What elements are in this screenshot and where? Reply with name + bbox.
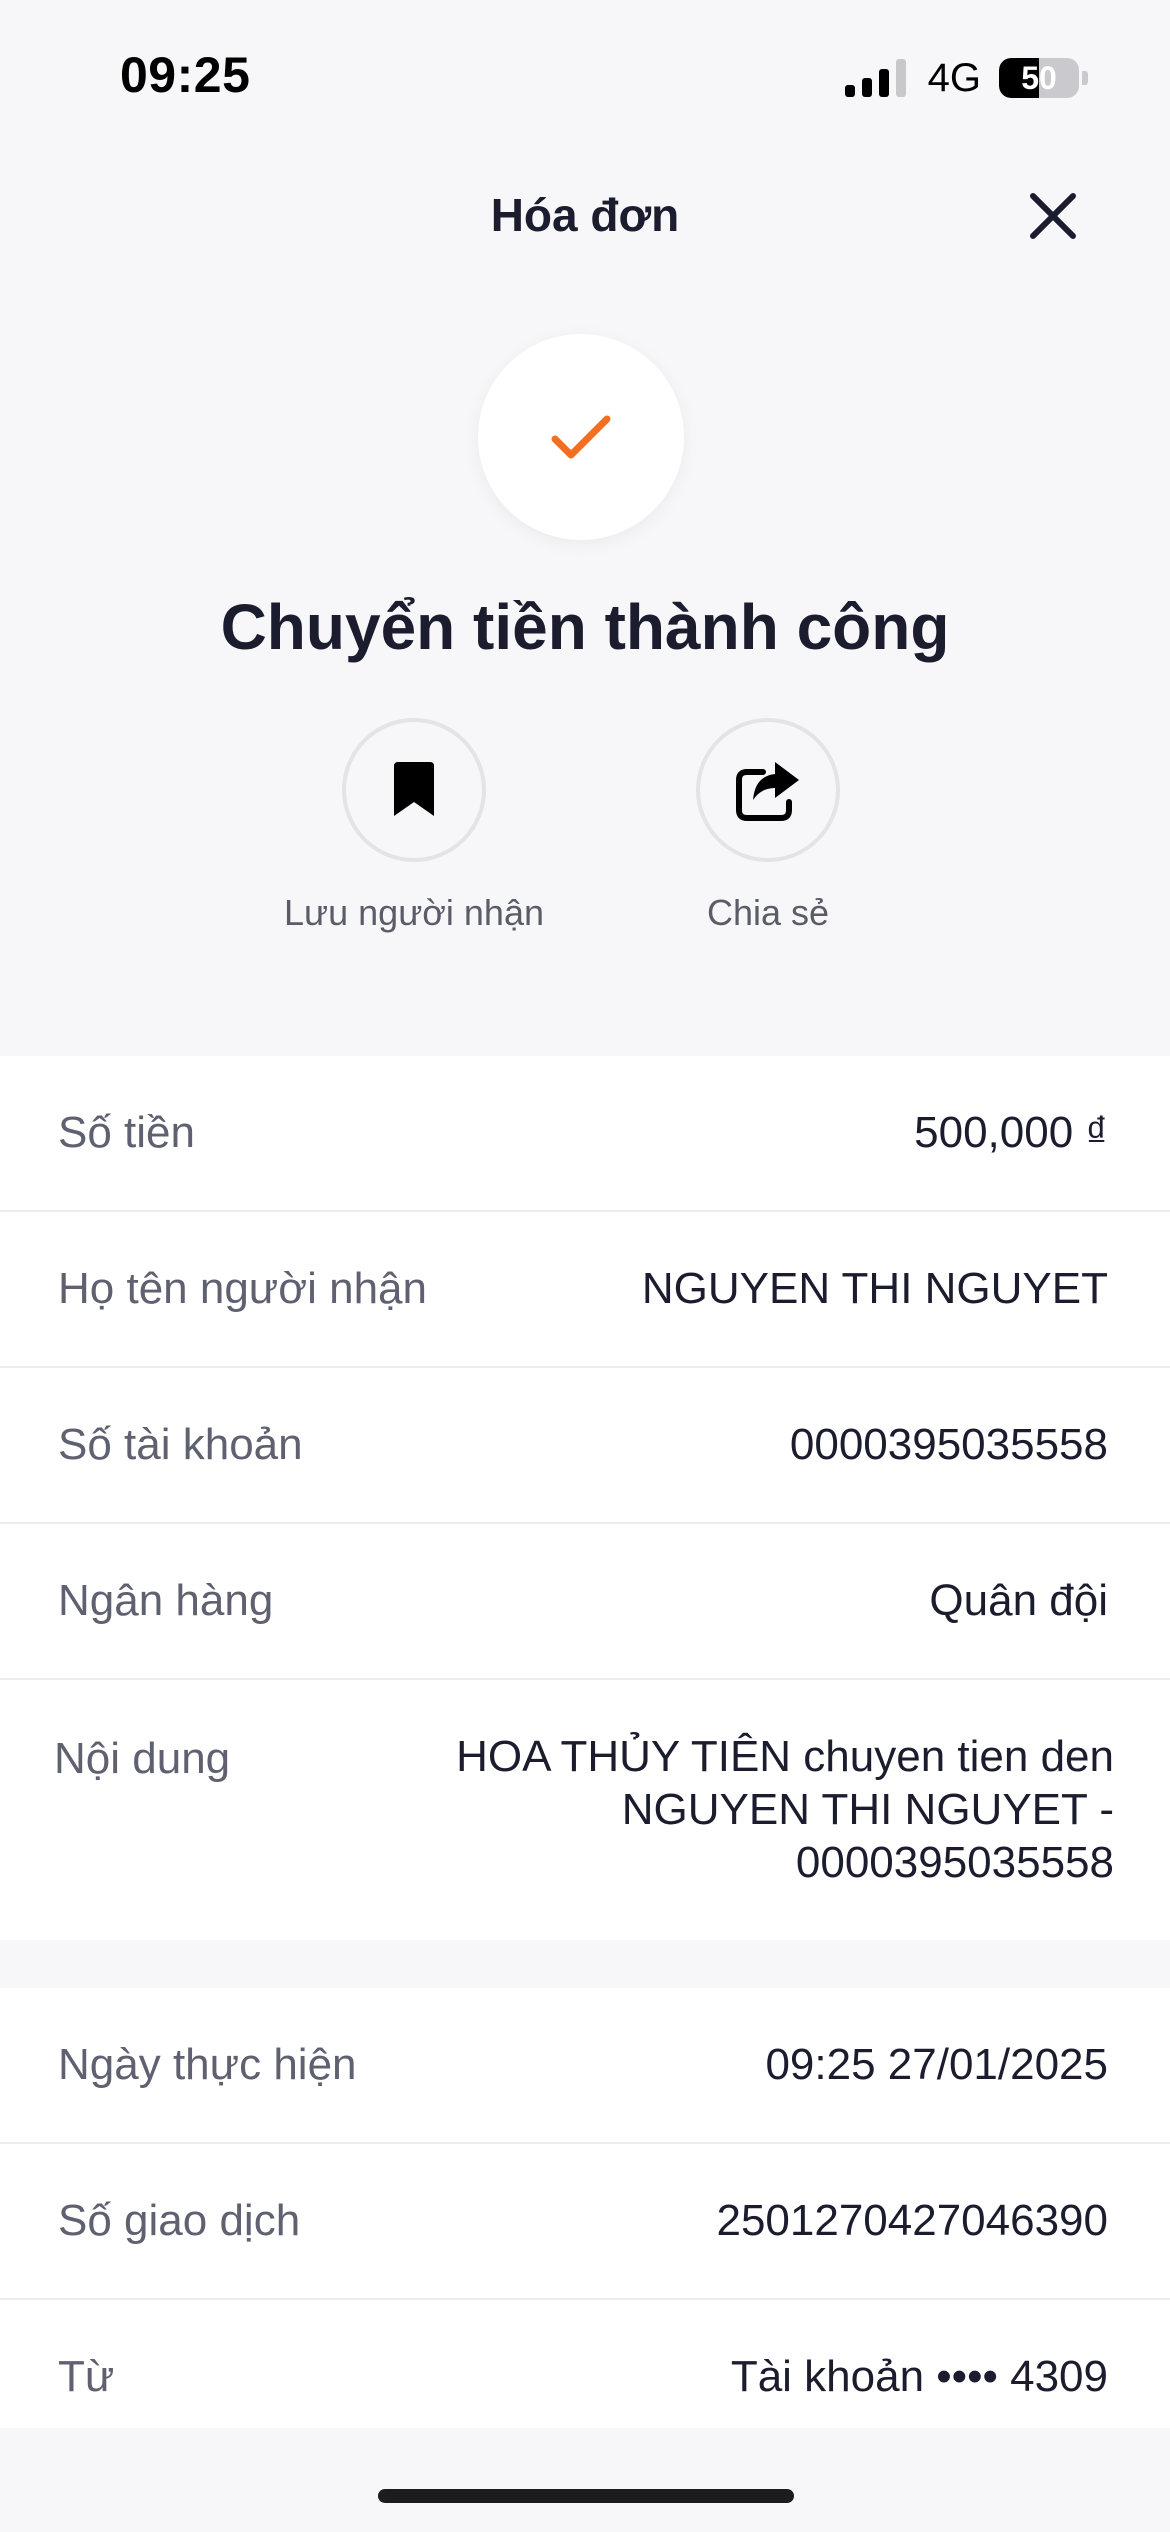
close-button[interactable]	[1018, 186, 1088, 246]
transaction-date-row: Ngày thực hiện 09:25 27/01/2025	[0, 1988, 1170, 2144]
save-recipient-button[interactable]: Lưu người nhận	[264, 718, 564, 934]
transfer-content-value: HOA THỦY TIÊN chuyen tien den NGUYEN THI…	[456, 1732, 1114, 1887]
recipient-name-value: NGUYEN THI NGUYET	[641, 1264, 1108, 1313]
transaction-info-card: Ngày thực hiện 09:25 27/01/2025 Số giao …	[0, 1988, 1170, 2428]
close-icon	[1030, 193, 1076, 239]
share-icon	[736, 762, 799, 821]
transaction-id-value: 2501270427046390	[716, 2196, 1108, 2245]
recipient-name-label: Họ tên người nhận	[58, 1264, 427, 1313]
account-number-value: 0000395035558	[789, 1420, 1108, 1469]
amount-label: Số tiền	[58, 1108, 195, 1157]
transaction-date-value: 09:25 27/01/2025	[765, 2040, 1108, 2089]
cellular-signal-icon	[844, 59, 906, 97]
bank-row: Ngân hàng Quân đội	[0, 1524, 1170, 1680]
transaction-id-label: Số giao dịch	[58, 2196, 301, 2245]
page-title: Hóa đơn	[490, 189, 680, 241]
recipient-name-row: Họ tên người nhận NGUYEN THI NGUYET	[0, 1212, 1170, 1368]
save-recipient-label: Lưu người nhận	[284, 892, 544, 933]
save-recipient-circle[interactable]	[342, 718, 486, 862]
status-bar: 09:25 4G 50	[0, 0, 1170, 150]
amount-value: 500,000 ₫	[914, 1108, 1108, 1157]
transfer-content-row: Nội dung HOA THỦY TIÊN chuyen tien den N…	[0, 1680, 1170, 1940]
bank-label: Ngân hàng	[58, 1576, 274, 1625]
home-indicator[interactable]	[378, 2489, 794, 2503]
share-button[interactable]: Chia sẻ	[618, 718, 918, 934]
transfer-details-card: Số tiền 500,000 ₫ Họ tên người nhận NGUY…	[0, 1056, 1170, 1940]
source-account-label: Từ	[58, 2352, 115, 2401]
account-number-row: Số tài khoản 0000395035558	[0, 1368, 1170, 1524]
transaction-id-row: Số giao dịch 2501270427046390	[0, 2144, 1170, 2300]
account-number-label: Số tài khoản	[58, 1420, 303, 1469]
success-badge	[478, 334, 684, 540]
transfer-content-label: Nội dung	[54, 1734, 231, 1783]
battery-tip	[1082, 71, 1088, 85]
source-account-row: Từ Tài khoản •••• 4309	[0, 2300, 1170, 2456]
amount-row: Số tiền 500,000 ₫	[0, 1056, 1170, 1212]
bookmark-icon	[394, 762, 434, 816]
source-account-value: Tài khoản •••• 4309	[730, 2352, 1108, 2401]
status-time: 09:25	[120, 47, 251, 103]
receipt-screen: 09:25 4G 50 Hóa đơn Chuyển tiền thành cô…	[0, 0, 1170, 2532]
status-indicators: 4G 50	[844, 55, 1088, 100]
share-label: Chia sẻ	[706, 892, 830, 933]
transaction-date-label: Ngày thực hiện	[58, 2040, 357, 2089]
bank-value: Quân đội	[929, 1576, 1108, 1625]
battery-icon: 50	[999, 58, 1079, 98]
network-type: 4G	[927, 55, 981, 100]
success-title: Chuyển tiền thành công	[220, 591, 950, 663]
share-circle[interactable]	[696, 718, 840, 862]
battery-percent: 50	[1021, 59, 1057, 96]
checkmark-icon	[551, 415, 611, 459]
